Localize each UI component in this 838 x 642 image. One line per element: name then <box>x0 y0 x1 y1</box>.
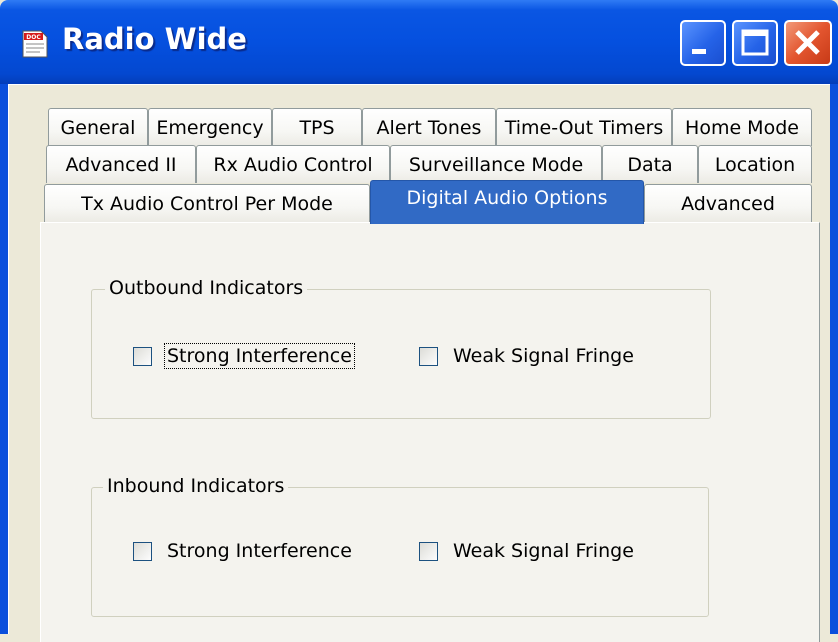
inbound-strong-interference-label[interactable]: Strong Interference <box>165 539 354 563</box>
tab-data[interactable]: Data <box>602 145 698 183</box>
inbound-strong-interference-option[interactable]: Strong Interference <box>133 539 354 563</box>
outbound-indicators-legend: Outbound Indicators <box>105 277 308 299</box>
tab-advanced[interactable]: Advanced <box>644 184 812 222</box>
tab-alert-tones[interactable]: Alert Tones <box>362 108 496 146</box>
tab-digital-audio-options[interactable]: Digital Audio Options <box>370 180 644 224</box>
window-frame-right <box>830 84 838 634</box>
window-frame-left <box>0 84 8 634</box>
tab-tx-audio-control-per-mode[interactable]: Tx Audio Control Per Mode <box>44 184 370 222</box>
inbound-strong-interference-checkbox[interactable] <box>133 541 152 561</box>
maximize-icon <box>741 29 769 56</box>
tab-emergency[interactable]: Emergency <box>148 108 272 146</box>
doc-icon: DOC <box>22 30 48 58</box>
svg-text:DOC: DOC <box>26 34 41 41</box>
tab-location[interactable]: Location <box>698 145 812 183</box>
outbound-strong-interference-checkbox[interactable] <box>133 346 152 366</box>
maximize-button[interactable] <box>732 20 778 66</box>
tab-rx-audio-control[interactable]: Rx Audio Control <box>196 145 390 183</box>
minimize-button[interactable] <box>680 20 726 66</box>
outbound-weak-signal-fringe-label[interactable]: Weak Signal Fringe <box>451 344 636 368</box>
window-title: Radio Wide <box>62 22 247 56</box>
outbound-strong-interference-option[interactable]: Strong Interference <box>133 343 355 369</box>
title-bar[interactable]: DOC Radio Wide <box>0 0 838 84</box>
outbound-weak-signal-fringe-checkbox[interactable] <box>419 346 438 366</box>
tab-tps[interactable]: TPS <box>272 108 362 146</box>
inbound-weak-signal-fringe-option[interactable]: Weak Signal Fringe <box>419 539 636 563</box>
minimize-icon <box>692 49 706 54</box>
tab-general[interactable]: General <box>48 108 148 146</box>
outbound-strong-interference-label[interactable]: Strong Interference <box>164 343 355 369</box>
close-button[interactable] <box>784 20 832 66</box>
close-icon <box>795 30 820 55</box>
outbound-weak-signal-fringe-option[interactable]: Weak Signal Fringe <box>419 344 636 368</box>
inbound-indicators-legend: Inbound Indicators <box>103 475 289 497</box>
tab-surveillance-mode[interactable]: Surveillance Mode <box>390 145 602 183</box>
tab-panel: Outbound Indicators Strong Interference … <box>40 222 820 642</box>
tab-time-out-timers[interactable]: Time-Out Timers <box>496 108 672 146</box>
inbound-weak-signal-fringe-label[interactable]: Weak Signal Fringe <box>451 539 636 563</box>
inbound-weak-signal-fringe-checkbox[interactable] <box>419 541 438 561</box>
tab-advanced-ii[interactable]: Advanced II <box>46 145 196 183</box>
tab-home-mode[interactable]: Home Mode <box>672 108 812 146</box>
